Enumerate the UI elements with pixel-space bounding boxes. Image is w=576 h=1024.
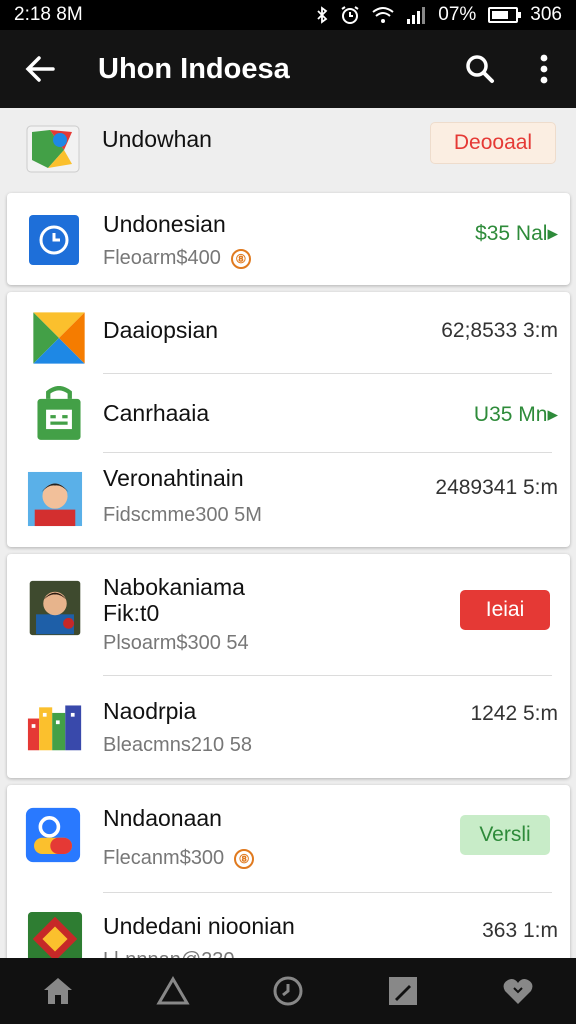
search-icon <box>466 55 494 83</box>
game-character-icon <box>29 580 81 636</box>
item-subtitle: Fleoarm$400 ⑧ <box>103 247 251 270</box>
more-vert-icon <box>540 54 548 84</box>
back-button[interactable] <box>0 30 80 108</box>
bluetooth-icon <box>316 6 328 24</box>
coin-icon: ⑧ <box>230 249 251 269</box>
item-subtitle: Fidscmme300 5M <box>103 504 262 526</box>
item-title-line2: Fik:t0 <box>103 600 160 626</box>
item-subtitle: Plsoarm$300 54 <box>103 632 249 654</box>
item-price: U35 Mn▸ <box>473 403 558 426</box>
item-action-button[interactable]: Ieiai <box>460 590 550 630</box>
item-title: Daaiopsian <box>103 317 219 343</box>
nav-triangle[interactable] <box>143 961 203 1021</box>
card-4: Nndaonaan Flecanm$300 ⑧ Versli Undedani n… <box>7 785 570 958</box>
item-subtitle: Bleacmns210 58 <box>103 734 252 756</box>
list-item[interactable]: Undonesian Fleoarm$400 ⑧ $35 Nal▸ <box>7 193 570 285</box>
battery-icon <box>488 7 522 23</box>
item-value: 62;8533 3:m <box>441 319 558 342</box>
item-action-button[interactable]: Versli <box>460 815 550 855</box>
play-store-icon <box>33 312 85 364</box>
list-item[interactable]: Undedani nioonian Ll-nnnan@230 363 1:m <box>7 893 570 958</box>
puzzle-app-icon <box>27 911 83 958</box>
item-title: Naodrpia <box>103 698 197 724</box>
bottom-navigation <box>0 958 576 1024</box>
item-title: Nabokaniama <box>103 574 245 600</box>
search-button[interactable] <box>448 30 512 108</box>
list-item[interactable]: Veronahtinain Fidscmme300 5M 2489341 5:m <box>7 453 570 547</box>
wifi-icon <box>372 6 394 24</box>
signal-icon <box>406 6 426 24</box>
card-3: Nabokaniama Fik:t0 Plsoarm$300 54 Ieiai … <box>7 554 570 778</box>
nav-clock[interactable] <box>258 961 318 1021</box>
battery-percent: 07% <box>438 4 477 25</box>
city-app-icon <box>27 705 82 751</box>
item-value: 363 1:m <box>482 919 558 942</box>
more-options-button[interactable] <box>512 30 576 108</box>
item-title: Canrhaaia <box>103 400 210 426</box>
nav-home[interactable] <box>28 961 88 1021</box>
item-value: 2489341 5:m <box>435 476 558 499</box>
item-title: Nndaonaan <box>103 805 222 831</box>
page-title: Uhon Indoesa <box>98 52 290 85</box>
nav-edit[interactable] <box>373 961 433 1021</box>
back-arrow-icon <box>25 56 55 82</box>
content-list: Undowhan Deooaal Undonesian Fleoarm$400 ⑧… <box>0 108 576 958</box>
edit-icon <box>389 977 418 1005</box>
list-item[interactable]: Nndaonaan Flecanm$300 ⑧ Versli <box>7 785 570 891</box>
nav-heart[interactable] <box>488 961 548 1021</box>
home-icon <box>43 978 72 1004</box>
list-item[interactable]: Nabokaniama Fik:t0 Plsoarm$300 54 Ieiai <box>7 554 570 674</box>
header-app-item[interactable]: Undowhan Deooaal <box>0 108 576 186</box>
shield-app-icon <box>26 125 80 173</box>
item-title: Undonesian <box>103 211 226 237</box>
clock-icon <box>273 976 303 1006</box>
coin-icon: ⑧ <box>234 849 255 869</box>
list-item[interactable]: Canrhaaia U35 Mn▸ <box>7 374 570 452</box>
item-price: $35 Nal▸ <box>475 222 558 245</box>
triangle-icon <box>156 976 190 1005</box>
alarm-icon <box>340 5 360 25</box>
heart-icon <box>503 979 533 1004</box>
item-title: Undedani nioonian <box>103 913 295 939</box>
item-subtitle: Ll-nnnan@230 <box>103 949 235 958</box>
item-subtitle: Flecanm$300 ⑧ <box>103 847 255 870</box>
item-value: 1242 5:m <box>470 702 558 725</box>
clock-app-icon <box>29 215 79 265</box>
bag-app-icon <box>37 386 81 440</box>
card-1: Undonesian Fleoarm$400 ⑧ $35 Nal▸ <box>7 193 570 285</box>
app-toolbar: Uhon Indoesa <box>0 30 576 108</box>
status-time: 2:18 8M <box>14 4 83 25</box>
list-item[interactable]: Naodrpia Bleacmns210 58 1242 5:m <box>7 676 570 778</box>
chat-app-icon <box>25 807 81 863</box>
header-item-button[interactable]: Deooaal <box>430 122 556 164</box>
card-2: Daaiopsian 62;8533 3:m Canrhaaia U35 Mn▸ <box>7 292 570 547</box>
status-bar: 2:18 8M 07% 306 <box>0 0 576 30</box>
list-item[interactable]: Daaiopsian 62;8533 3:m <box>7 292 570 372</box>
status-clock: 306 <box>530 4 562 25</box>
item-title: Veronahtinain <box>103 465 244 491</box>
header-item-title: Undowhan <box>102 126 212 152</box>
avatar-app-icon <box>27 471 83 527</box>
